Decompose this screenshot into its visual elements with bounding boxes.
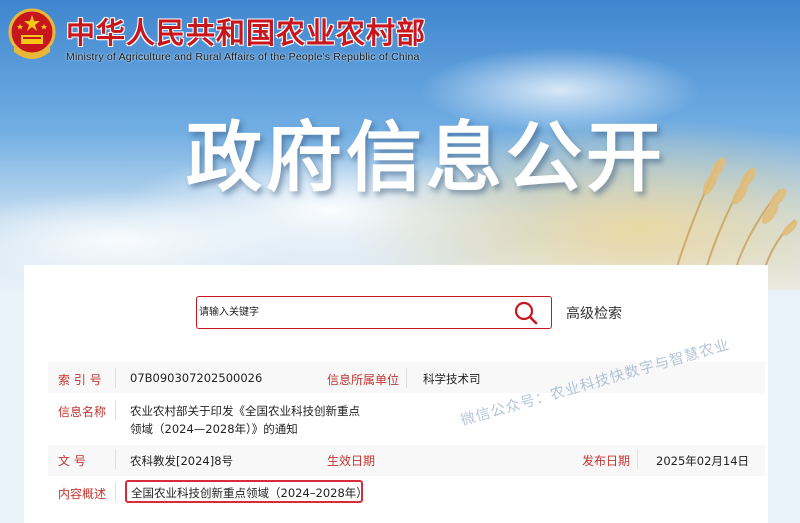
divider [115, 400, 116, 420]
divider [637, 449, 638, 469]
advanced-search-link[interactable]: 高级检索 [566, 303, 622, 323]
page-title: 政府信息公开 [186, 113, 666, 202]
docno-value: 农科教发[2024]8号 [130, 454, 234, 468]
divider [115, 368, 116, 388]
summary-highlight-box: 全国农业科技创新重点领域（2024–2028年） [125, 480, 368, 503]
search-icon[interactable] [513, 300, 539, 326]
unit-label: 信息所属单位 [327, 373, 400, 387]
search-input[interactable] [197, 297, 497, 327]
summary-value: 全国农业科技创新重点领域（2024–2028年） [131, 486, 368, 500]
summary-label: 内容概述 [58, 487, 107, 501]
publish-date-label: 发布日期 [582, 454, 631, 468]
name-label: 信息名称 [58, 405, 107, 419]
ministry-name-en: Ministry of Agriculture and Rural Affair… [66, 51, 420, 63]
unit-value: 科学技术司 [423, 372, 481, 386]
divider [406, 368, 407, 388]
publish-date-value: 2025年02月14日 [656, 454, 750, 468]
name-value: 农业农村部关于印发《全国农业科技创新重点领域（2024—2028年）》的通知 [130, 404, 360, 436]
index-value: 07B090307202500026 [130, 371, 263, 385]
document-info-table: 索 引 号 07B090307202500026 信息所属单位 科学技术司 信息… [40, 352, 765, 512]
index-label: 索 引 号 [58, 373, 102, 387]
search-bar [196, 296, 552, 329]
divider [115, 449, 116, 469]
ministry-name-cn[interactable]: 中华人民共和国农业农村部 [66, 10, 426, 52]
national-emblem-icon[interactable] [8, 6, 56, 64]
docno-label: 文 号 [58, 454, 86, 468]
divider [115, 482, 116, 502]
effective-date-label: 生效日期 [327, 454, 376, 468]
